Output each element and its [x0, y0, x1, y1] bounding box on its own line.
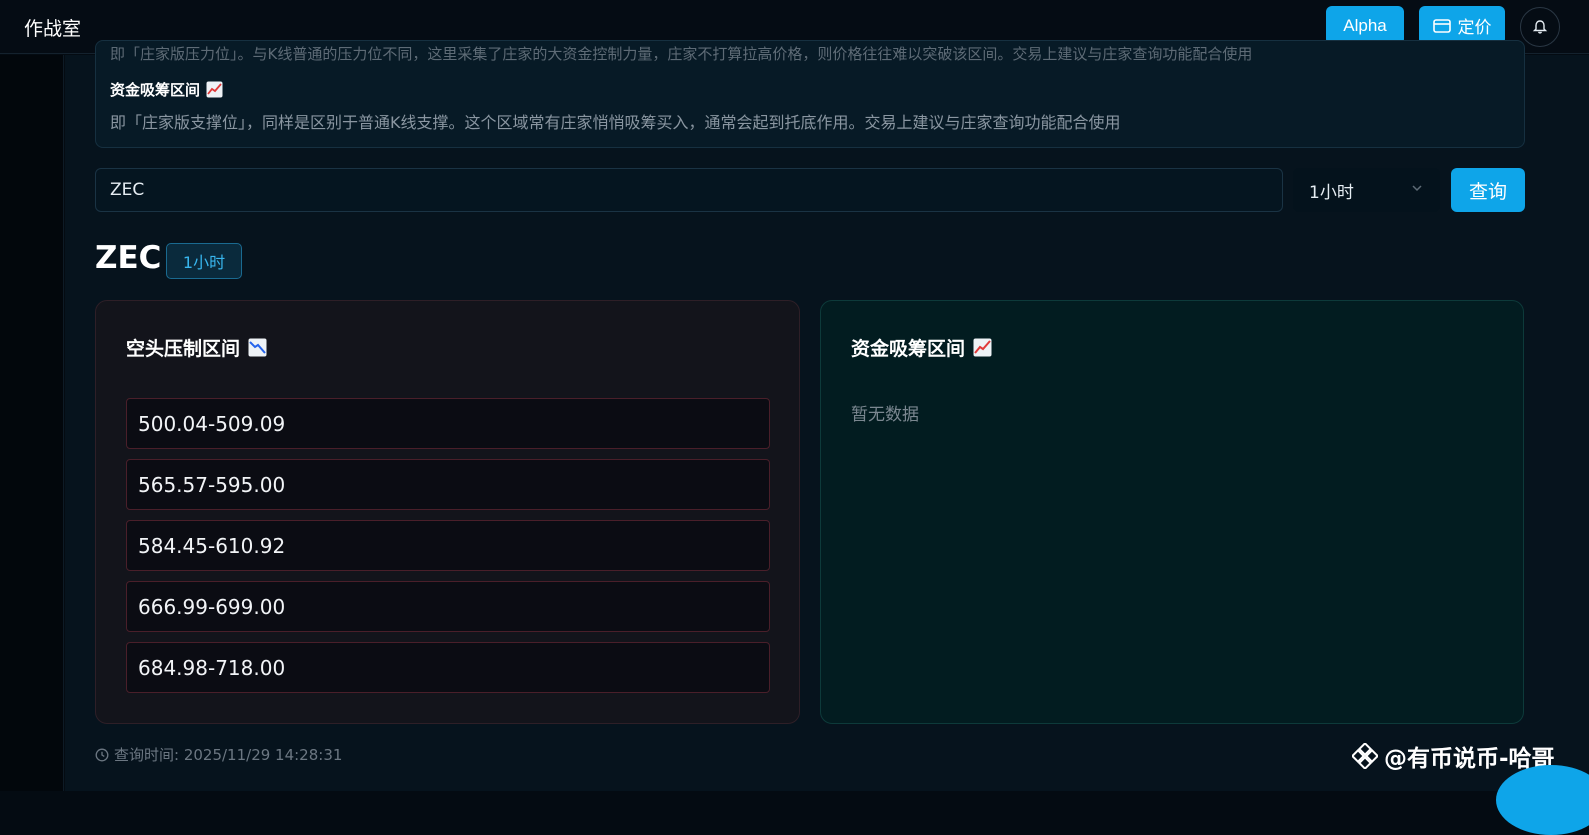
- pressure-range-row: 684.98-718.00: [126, 642, 770, 693]
- pressure-range-row: 565.57-595.00: [126, 459, 770, 510]
- query-time-text: 查询时间: 2025/11/29 14:28:31: [114, 746, 343, 764]
- pressure-panel: 空头压制区间 500.04-509.09 565.57-595.00 584.4…: [95, 300, 800, 724]
- info-box: 即「庄家版压力位」。与K线普通的压力位不同，这里采集了庄家的大资金控制力量，庄家…: [95, 40, 1525, 148]
- pressure-panel-title-text: 空头压制区间: [126, 338, 241, 360]
- info-cut-line: 即「庄家版压力位」。与K线普通的压力位不同，这里采集了庄家的大资金控制力量，庄家…: [110, 45, 1253, 63]
- notification-button[interactable]: [1520, 7, 1560, 47]
- accumulation-panel-title-text: 资金吸筹区间: [851, 338, 966, 360]
- query-label: 查询: [1468, 181, 1507, 203]
- clock-icon: [95, 748, 109, 761]
- timeframe-select-value: 1小时: [1309, 182, 1354, 203]
- watermark: @有币说币-哈哥: [1352, 739, 1555, 773]
- query-time: 查询时间: 2025/11/29 14:28:31: [95, 744, 342, 765]
- pressure-range-row: 584.45-610.92: [126, 520, 770, 571]
- pressure-range-row: 666.99-699.00: [126, 581, 770, 632]
- alpha-label: Alpha: [1343, 15, 1387, 35]
- chevron-down-icon: [1412, 185, 1422, 192]
- accumulation-panel-title: 资金吸筹区间: [851, 334, 992, 361]
- bell-icon: [1532, 20, 1548, 34]
- chart-decreasing-icon: [248, 338, 267, 357]
- pressure-range-row: 500.04-509.09: [126, 398, 770, 449]
- pressure-panel-title: 空头压制区间: [126, 334, 267, 361]
- chart-increasing-icon: [973, 338, 992, 357]
- card-icon: [1432, 18, 1451, 33]
- chart-increasing-icon: [206, 81, 223, 98]
- info-title: 资金吸筹区间: [110, 79, 223, 100]
- pricing-label: 定价: [1457, 18, 1492, 37]
- symbol-search-input[interactable]: [95, 168, 1283, 212]
- diamond-logo-icon: [1352, 743, 1378, 769]
- accumulation-panel: 资金吸筹区间 暂无数据: [820, 300, 1524, 724]
- floating-action-button[interactable]: [1496, 765, 1589, 835]
- left-rail: [0, 55, 64, 791]
- timeframe-badge: 1小时: [166, 243, 242, 279]
- info-description: 即「庄家版支撑位」，同样是区别于普通K线支撑。这个区域常有庄家悄悄吸筹买入，通常…: [110, 113, 1121, 132]
- app-title: 作战室: [24, 18, 82, 40]
- timeframe-select[interactable]: 1小时: [1293, 168, 1440, 212]
- empty-state-text: 暂无数据: [851, 405, 919, 425]
- query-button[interactable]: 查询: [1451, 168, 1525, 212]
- result-symbol: ZEC: [95, 240, 162, 276]
- info-title-text: 资金吸筹区间: [110, 81, 201, 99]
